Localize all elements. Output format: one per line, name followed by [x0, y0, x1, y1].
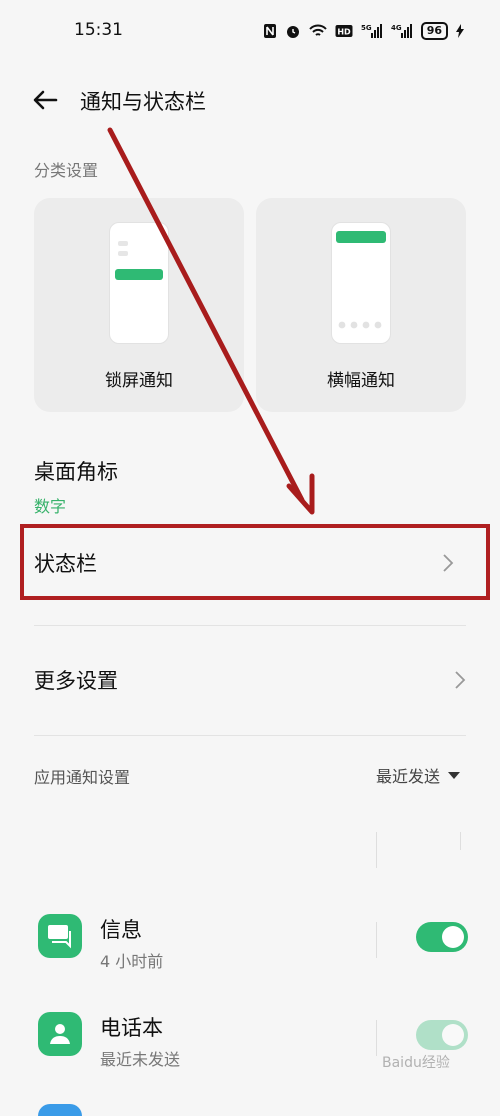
status-icons: HD 5G 4G 96 — [263, 22, 464, 40]
category-section-label: 分类设置 — [34, 161, 99, 180]
app-row-contacts[interactable]: 电话本 最近未发送 — [0, 1010, 500, 1088]
divider — [34, 735, 466, 736]
separator — [376, 832, 377, 868]
caret-down-icon — [448, 771, 460, 779]
status-bar-row-label: 状态栏 — [34, 552, 97, 576]
messages-notification-toggle[interactable] — [416, 922, 468, 952]
app-last-sent: 4 小时前 — [100, 952, 164, 971]
app-name: 电话本 — [100, 1016, 163, 1040]
svg-text:5G: 5G — [361, 24, 372, 32]
chevron-right-icon — [438, 552, 456, 574]
lockscreen-notification-card[interactable]: 锁屏通知 — [34, 198, 244, 412]
page-title: 通知与状态栏 — [80, 90, 206, 114]
contacts-notification-toggle[interactable] — [416, 1020, 468, 1050]
alarm-icon — [285, 23, 301, 39]
next-app-icon — [38, 1104, 82, 1116]
svg-text:HD: HD — [337, 28, 351, 37]
banner-phone-illustration — [331, 222, 391, 344]
banner-card-label: 横幅通知 — [327, 371, 395, 391]
app-name: 信息 — [100, 918, 142, 942]
top-app-bar: 通知与状态栏 — [0, 72, 500, 128]
wifi-icon — [308, 24, 327, 38]
lockscreen-card-label: 锁屏通知 — [105, 371, 173, 391]
desktop-badge-title: 桌面角标 — [34, 460, 118, 484]
sort-dropdown-label: 最近发送 — [375, 767, 440, 786]
4g-signal-icon: 4G — [391, 23, 413, 39]
separator — [376, 922, 377, 958]
divider — [34, 625, 466, 626]
battery-icon: 96 — [420, 22, 448, 40]
toggle-knob — [442, 926, 464, 948]
status-time: 15:31 — [74, 20, 123, 40]
list-item — [0, 822, 500, 900]
desktop-badge-value: 数字 — [34, 497, 67, 516]
back-arrow-icon[interactable] — [28, 82, 64, 118]
lockscreen-phone-illustration — [109, 222, 169, 344]
messages-app-icon — [38, 914, 82, 958]
charging-icon — [456, 24, 464, 38]
toggle-knob — [442, 1024, 464, 1046]
app-last-sent: 最近未发送 — [100, 1050, 181, 1069]
status-bar-row[interactable]: 状态栏 — [20, 524, 490, 600]
status-bar: 15:31 HD 5G 4G 96 — [0, 0, 500, 64]
5g-signal-icon: 5G — [361, 23, 383, 39]
watermark-logo: Baidu经验 — [382, 1055, 450, 1071]
contacts-app-icon — [38, 1012, 82, 1056]
app-row-messages[interactable]: 信息 4 小时前 — [0, 912, 500, 990]
chevron-right-icon — [450, 669, 468, 691]
more-settings-row[interactable]: 更多设置 — [20, 645, 490, 721]
separator — [376, 1020, 377, 1056]
banner-notification-card[interactable]: 横幅通知 — [256, 198, 466, 412]
more-settings-label: 更多设置 — [34, 669, 118, 693]
sort-dropdown[interactable]: 最近发送 — [376, 763, 460, 787]
nfc-icon — [263, 23, 277, 39]
svg-text:4G: 4G — [391, 24, 402, 32]
app-notifications-label: 应用通知设置 — [34, 768, 131, 787]
hd-icon: HD — [335, 24, 353, 38]
separator — [460, 832, 461, 850]
